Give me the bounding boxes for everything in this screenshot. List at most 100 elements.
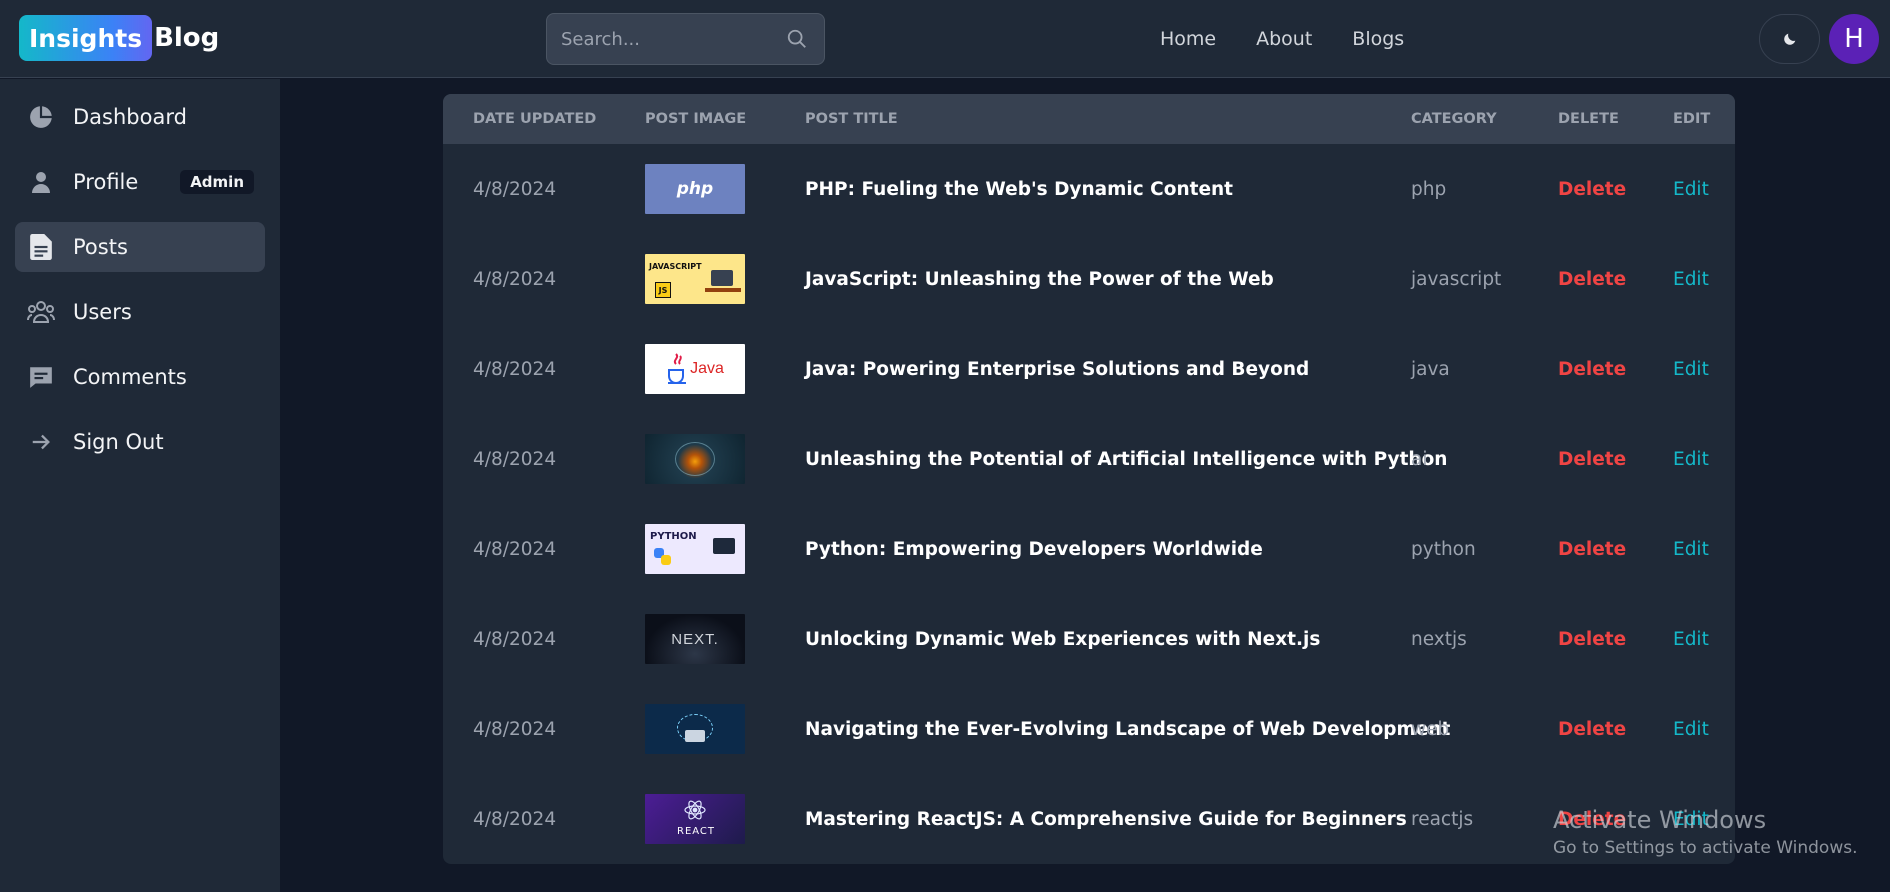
table-row: 4/8/2024 NEXT. Unlocking Dynamic Web Exp… <box>443 594 1735 684</box>
comment-icon <box>27 363 55 391</box>
table-row: 4/8/2024 Unleashing the Potential of Art… <box>443 414 1735 504</box>
user-icon <box>27 168 55 196</box>
post-thumbnail[interactable]: REACT <box>645 794 745 844</box>
sidebar-item-dashboard[interactable]: Dashboard <box>15 92 265 142</box>
search-input[interactable] <box>547 14 777 64</box>
delete-link[interactable]: Delete <box>1558 414 1626 504</box>
category-cell: javascript <box>1411 268 1502 290</box>
java-cup-icon <box>668 353 687 384</box>
sidebar-item-posts[interactable]: Posts <box>15 222 265 272</box>
image-cell: Java <box>645 324 745 414</box>
date-cell: 4/8/2024 <box>473 538 557 560</box>
delete-link[interactable]: Delete <box>1558 594 1626 684</box>
sidebar-item-sign-out[interactable]: Sign Out <box>15 417 265 467</box>
sidebar-item-label: Profile <box>73 170 139 194</box>
post-thumbnail[interactable] <box>645 434 745 484</box>
pie-chart-icon <box>27 103 55 131</box>
delete-link[interactable]: Delete <box>1558 144 1626 234</box>
category-cell: java <box>1411 358 1450 380</box>
table-row: 4/8/2024 Navigating the Ever-Evolving La… <box>443 684 1735 774</box>
logo-badge: Insights <box>19 15 153 61</box>
nav-blogs-link[interactable]: Blogs <box>1352 28 1404 50</box>
post-thumbnail[interactable]: JAVASCRIPT JS <box>645 254 745 304</box>
search-icon[interactable] <box>786 28 808 50</box>
admin-badge: Admin <box>180 170 254 194</box>
post-thumbnail[interactable]: php <box>645 164 745 214</box>
delete-link[interactable]: Delete <box>1558 684 1626 774</box>
sidebar-item-label: Sign Out <box>73 430 164 454</box>
sidebar-item-label: Posts <box>73 235 128 259</box>
windows-activation-watermark: Activate Windows Go to Settings to activ… <box>1553 806 1858 858</box>
post-title-link[interactable]: Unlocking Dynamic Web Experiences with N… <box>805 594 1320 684</box>
sidebar-item-users[interactable]: Users <box>15 287 265 337</box>
image-cell: REACT <box>645 774 745 864</box>
column-header-edit: Edit <box>1673 111 1711 127</box>
edit-link[interactable]: Edit <box>1673 504 1709 594</box>
date-cell: 4/8/2024 <box>473 808 557 830</box>
image-cell <box>645 414 745 504</box>
table-row: 4/8/2024 JAVASCRIPT JS JavaScript: Unlea… <box>443 234 1735 324</box>
post-title-link[interactable]: Python: Empowering Developers Worldwide <box>805 504 1263 594</box>
delete-link[interactable]: Delete <box>1558 504 1626 594</box>
edit-link[interactable]: Edit <box>1673 414 1709 504</box>
site-logo[interactable]: Insights Blog <box>19 15 219 61</box>
nav-home-link[interactable]: Home <box>1160 28 1216 50</box>
search-box <box>546 13 825 65</box>
date-cell: 4/8/2024 <box>473 718 557 740</box>
developer-illustration <box>713 538 735 554</box>
post-title-link[interactable]: Java: Powering Enterprise Solutions and … <box>805 324 1309 414</box>
developer-illustration <box>711 270 733 286</box>
users-icon <box>27 298 55 326</box>
document-icon <box>27 233 55 261</box>
watermark-subtitle: Go to Settings to activate Windows. <box>1553 838 1858 858</box>
date-cell: 4/8/2024 <box>473 358 557 380</box>
delete-link[interactable]: Delete <box>1558 234 1626 324</box>
sidebar-item-label: Dashboard <box>73 105 187 129</box>
main-nav: Home About Blogs <box>1160 0 1444 78</box>
python-logo-yellow <box>661 555 671 565</box>
nav-about-link[interactable]: About <box>1256 28 1312 50</box>
category-cell: reactjs <box>1411 808 1474 830</box>
arrow-right-icon <box>27 428 55 456</box>
column-header-category: Category <box>1411 111 1497 127</box>
edit-link[interactable]: Edit <box>1673 324 1709 414</box>
column-header-date: Date Updated <box>473 111 597 127</box>
post-thumbnail[interactable]: NEXT. <box>645 614 745 664</box>
image-cell: php <box>645 144 745 234</box>
date-cell: 4/8/2024 <box>473 628 557 650</box>
image-cell: NEXT. <box>645 594 745 684</box>
sidebar-item-comments[interactable]: Comments <box>15 352 265 402</box>
theme-toggle-button[interactable] <box>1759 14 1820 64</box>
post-title-link[interactable]: Unleashing the Potential of Artificial I… <box>805 414 1447 504</box>
edit-link[interactable]: Edit <box>1673 684 1709 774</box>
post-title-link[interactable]: Navigating the Ever-Evolving Landscape o… <box>805 684 1450 774</box>
circuit-illustration <box>675 442 715 476</box>
edit-link[interactable]: Edit <box>1673 594 1709 684</box>
post-title-link[interactable]: Mastering ReactJS: A Comprehensive Guide… <box>805 774 1407 864</box>
edit-link[interactable]: Edit <box>1673 234 1709 324</box>
desk-illustration <box>705 288 741 292</box>
nextjs-logo: NEXT. <box>671 630 719 648</box>
post-title-link[interactable]: PHP: Fueling the Web's Dynamic Content <box>805 144 1233 234</box>
column-header-title: Post Title <box>805 111 898 127</box>
post-title-link[interactable]: JavaScript: Unleashing the Power of the … <box>805 234 1274 324</box>
laptop-illustration <box>685 730 705 742</box>
table-row: 4/8/2024 REACT Mastering ReactJS: A Comp… <box>443 774 1735 864</box>
category-cell: ai <box>1411 448 1428 470</box>
image-cell: JAVASCRIPT JS <box>645 234 745 324</box>
date-cell: 4/8/2024 <box>473 268 557 290</box>
post-thumbnail[interactable]: PYTHON <box>645 524 745 574</box>
watermark-title: Activate Windows <box>1553 806 1767 834</box>
category-cell: php <box>1411 178 1447 200</box>
delete-link[interactable]: Delete <box>1558 324 1626 414</box>
post-thumbnail[interactable] <box>645 704 745 754</box>
sidebar-item-profile[interactable]: Profile Admin <box>15 157 265 207</box>
python-label: PYTHON <box>650 531 697 542</box>
posts-table: Date Updated Post Image Post Title Categ… <box>443 94 1735 864</box>
category-cell: python <box>1411 538 1476 560</box>
date-cell: 4/8/2024 <box>473 448 557 470</box>
edit-link[interactable]: Edit <box>1673 144 1709 234</box>
php-logo: php <box>676 179 714 199</box>
post-thumbnail[interactable]: Java <box>645 344 745 394</box>
user-avatar[interactable]: H <box>1829 14 1879 64</box>
